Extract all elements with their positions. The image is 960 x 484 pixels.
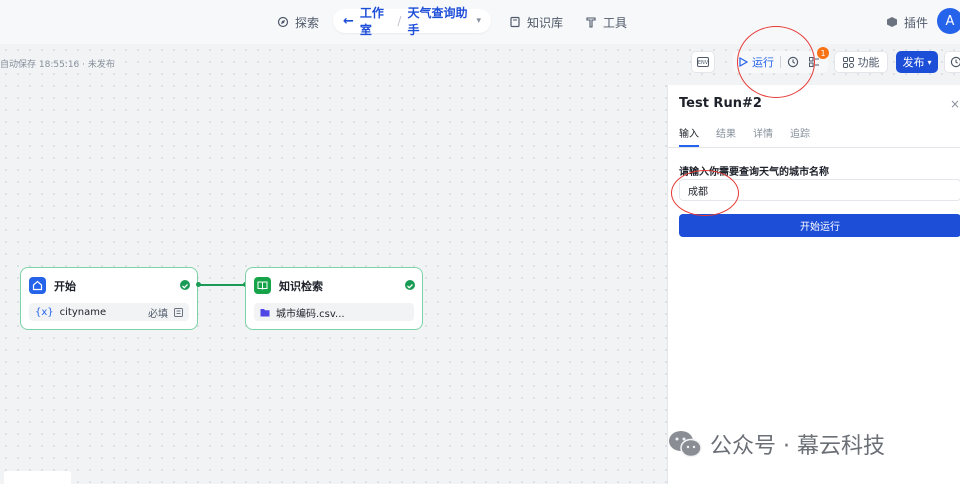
nav-plugins[interactable]: 插件 [886, 11, 928, 33]
breadcrumb-studio[interactable]: 工作室 [360, 4, 392, 38]
edge-start-to-retrieval [198, 284, 246, 286]
history-icon [950, 56, 960, 68]
start-variable-row[interactable]: {x} cityname 必填 [29, 303, 189, 321]
publish-button[interactable]: 发布 ▾ [896, 51, 938, 73]
svg-text:ENV: ENV [698, 60, 709, 66]
run-annotation-circle [737, 26, 815, 98]
version-history-button[interactable] [944, 51, 960, 73]
test-run-panel: Test Run#2 × 输入 结果 详情 追踪 请输入你需要查询天气的城市名称… [667, 85, 960, 484]
features-label: 功能 [857, 56, 880, 69]
nav-knowledge-label: 知识库 [527, 15, 564, 30]
back-arrow-icon[interactable]: ← [343, 14, 354, 29]
variable-icon: {x} [35, 306, 54, 318]
notification-badge: 1 [817, 47, 829, 59]
input-annotation-circle [671, 170, 739, 216]
breadcrumb: ← 工作室 / 天气查询助手 ▾ [333, 6, 491, 37]
watermark: 公众号 · 幕云科技 [668, 428, 885, 460]
minimap[interactable] [4, 471, 71, 484]
nav-plugins-label: 插件 [904, 15, 929, 30]
retrieval-node-title: 知识检索 [279, 279, 323, 293]
nav-knowledge[interactable]: 知识库 [509, 11, 563, 33]
explore-icon [277, 16, 289, 28]
nav-explore-label: 探索 [295, 15, 320, 30]
wechat-icon [669, 431, 702, 458]
dataset-row[interactable]: 城市编码.csv... [254, 303, 414, 321]
nav-tools[interactable]: 工具 [585, 11, 627, 33]
env-button[interactable]: ENV [691, 51, 715, 73]
start-node[interactable]: 开始 {x} cityname 必填 [20, 267, 198, 330]
apps-icon [842, 56, 854, 68]
active-tab-indicator [679, 145, 699, 147]
tool-icon [586, 17, 596, 28]
publish-label: 发布 [902, 56, 925, 69]
chevron-down-icon[interactable]: ▾ [476, 16, 481, 26]
tab-detail[interactable]: 详情 [753, 125, 773, 140]
nav-explore[interactable]: 探索 [277, 11, 319, 33]
start-node-title: 开始 [54, 279, 76, 293]
folder-icon [260, 308, 270, 316]
start-node-header: 开始 [29, 277, 76, 294]
avatar[interactable]: A [937, 8, 960, 34]
tab-result[interactable]: 结果 [716, 125, 736, 140]
cube-icon [887, 17, 897, 27]
breadcrumb-project[interactable]: 天气查询助手 [407, 4, 470, 38]
required-tag: 必填 [148, 308, 168, 320]
tab-input[interactable]: 输入 [679, 125, 699, 140]
retrieval-node-header: 知识检索 [254, 277, 323, 294]
text-type-icon [174, 307, 183, 317]
book-open-icon [254, 277, 271, 294]
success-check-icon [405, 280, 415, 290]
breadcrumb-separator: / [397, 14, 402, 28]
features-button[interactable]: 功能 [834, 51, 888, 73]
watermark-text: 公众号 · 幕云科技 [710, 434, 885, 459]
autosave-status: 自动保存 18:55:16 · 未发布 [0, 60, 115, 70]
home-icon [29, 277, 46, 294]
success-check-icon [180, 280, 190, 290]
book-icon [510, 16, 520, 28]
variable-name: cityname [59, 306, 107, 318]
start-run-button[interactable]: 开始运行 [679, 214, 960, 237]
knowledge-retrieval-node[interactable]: 知识检索 城市编码.csv... [245, 267, 423, 330]
nav-tools-label: 工具 [603, 15, 628, 30]
env-icon: ENV [697, 57, 709, 67]
tab-trace[interactable]: 追踪 [790, 125, 810, 140]
panel-title: Test Run#2 [679, 96, 762, 111]
dataset-name: 城市编码.csv... [276, 308, 345, 320]
chevron-down-icon: ▾ [927, 57, 932, 67]
close-icon[interactable]: × [950, 97, 960, 111]
output-port[interactable] [196, 282, 201, 287]
tab-divider [668, 147, 960, 148]
